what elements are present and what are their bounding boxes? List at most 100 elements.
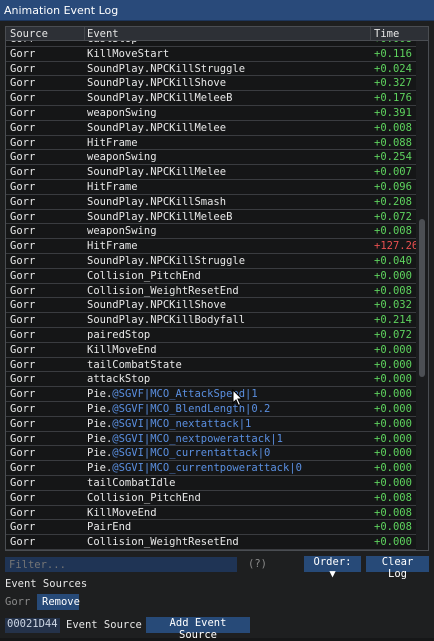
log-rows[interactable]: Gorr CastStop +0.008 Gorr KillMoveStart +0.11…: [6, 41, 416, 550]
log-row-event-text: weaponSwing: [87, 225, 157, 238]
log-row-event: SoundPlay.NPCKillShove: [87, 299, 226, 311]
column-separator[interactable]: [370, 27, 371, 40]
log-row[interactable]: Gorr HitFrame +0.096: [6, 180, 416, 195]
log-row-source: Gorr: [10, 462, 36, 475]
log-row-event: HitFrame: [87, 240, 138, 252]
log-row-source: Gorr: [10, 521, 36, 534]
log-row[interactable]: Gorr tailCombatState +0.000: [6, 358, 416, 373]
log-row-event: SoundPlay.NPCKillMelee: [87, 166, 226, 178]
column-header-event[interactable]: Event: [87, 28, 119, 40]
log-row-event: CastStop: [87, 41, 138, 45]
column-header-source[interactable]: Source: [10, 28, 48, 40]
log-row[interactable]: Gorr attackStop +0.000: [6, 372, 416, 388]
log-row-source: Gorr: [10, 314, 36, 327]
log-row-time: +0.008: [374, 491, 412, 504]
log-row[interactable]: Gorr KillMoveEnd +0.008: [6, 506, 416, 521]
log-row-time: +0.391: [374, 106, 412, 119]
log-row[interactable]: Gorr SoundPlay.NPCKillMeleeB +0.176: [6, 91, 416, 106]
add-event-source-button[interactable]: Add Event Source: [146, 617, 250, 641]
log-row-source: Gorr: [10, 225, 36, 238]
log-row-time: +0.000: [374, 402, 412, 415]
window-titlebar[interactable]: Animation Event Log: [0, 0, 434, 21]
scrollbar-thumb[interactable]: [419, 219, 425, 377]
log-row[interactable]: Gorr Pie.@SGVF|MCO_BlendLength|0.2 +0.000: [6, 402, 416, 417]
log-row-event-text: Pie.: [87, 447, 113, 460]
log-row[interactable]: Gorr weaponSwing +0.254: [6, 150, 416, 166]
log-row-event-text: SoundPlay.NPCKillMeleeB: [87, 92, 233, 105]
log-row[interactable]: Gorr SoundPlay.NPCKillShove +0.327: [6, 76, 416, 92]
log-row-event: Collision_PitchEnd: [87, 270, 201, 282]
log-row[interactable]: Gorr Collision_PitchEnd +0.000: [6, 269, 416, 284]
filter-input[interactable]: [5, 557, 237, 572]
log-row-time: +0.008: [374, 521, 412, 534]
log-row-source: Gorr: [10, 491, 36, 504]
log-row[interactable]: Gorr Pie.@SGVI|MCO_currentpowerattack|0 +0…: [6, 461, 416, 476]
log-row-source: Gorr: [10, 210, 36, 223]
log-row-time: +0.327: [374, 77, 412, 90]
log-row[interactable]: Gorr weaponSwing +0.008: [6, 224, 416, 240]
log-row-event-text: SoundPlay.NPCKillMelee: [87, 121, 227, 134]
log-row-time: +0.008: [374, 41, 412, 45]
column-separator[interactable]: [84, 27, 85, 40]
remove-source-button[interactable]: Remove: [37, 594, 80, 610]
log-row-event: Pie.@SGVI|MCO_currentattack|0: [87, 447, 270, 459]
log-row-source: Gorr: [10, 358, 36, 371]
log-row-time: +0.000: [374, 388, 412, 401]
log-row[interactable]: Gorr SoundPlay.NPCKillShove +0.032: [6, 298, 416, 314]
log-row-event: pairedStop: [87, 329, 150, 341]
log-row[interactable]: Gorr KillMoveStart +0.116: [6, 47, 416, 62]
event-source-id-input[interactable]: 00021D44: [5, 618, 60, 633]
order-dropdown-button[interactable]: Order: ▼: [304, 556, 361, 580]
log-row[interactable]: Gorr PairEnd +0.008: [6, 520, 416, 536]
log-row-event-text: Collision_WeightResetEnd: [87, 536, 239, 549]
log-row-event-text: Collision_PitchEnd: [87, 269, 201, 282]
log-row-source: Gorr: [10, 402, 36, 415]
log-row-time: +0.000: [374, 373, 412, 386]
event-source-name: Gorr: [5, 596, 31, 608]
log-row[interactable]: Gorr Pie.@SGVI|MCO_nextattack|1 +0.000: [6, 417, 416, 432]
log-row[interactable]: Gorr HitFrame +0.088: [6, 136, 416, 151]
log-row[interactable]: Gorr weaponSwing +0.391: [6, 106, 416, 121]
log-row[interactable]: Gorr HitFrame +127.26: [6, 239, 416, 254]
log-row-event: SoundPlay.NPCKillMeleeB: [87, 211, 232, 223]
log-row-event-variable: @SGVI|MCO_nextattack|1: [112, 417, 252, 430]
log-row[interactable]: Gorr Pie.@SGVF|MCO_AttackSpeed|1 +0.000: [6, 387, 416, 402]
log-row[interactable]: Gorr Collision_PitchEnd +0.008: [6, 491, 416, 506]
log-row-time: +0.008: [374, 121, 412, 134]
log-row[interactable]: Gorr Pie.@SGVI|MCO_nextpowerattack|1 +0.00…: [6, 432, 416, 447]
help-marker[interactable]: (?): [248, 558, 267, 570]
log-row-time: +0.208: [374, 195, 412, 208]
log-row[interactable]: Gorr SoundPlay.NPCKillStruggle +0.024: [6, 62, 416, 77]
log-row-source: Gorr: [10, 447, 36, 460]
table-header: Source Event Time: [6, 27, 428, 41]
log-row[interactable]: Gorr KillMoveEnd +0.000: [6, 343, 416, 358]
column-header-time[interactable]: Time: [374, 28, 399, 40]
log-row[interactable]: Gorr tailCombatIdle +0.000: [6, 476, 416, 491]
log-row[interactable]: Gorr Collision_WeightResetEnd +0.000: [6, 535, 416, 550]
log-row-source: Gorr: [10, 180, 36, 193]
log-row-event: tailCombatState: [87, 359, 182, 371]
log-row[interactable]: Gorr SoundPlay.NPCKillBodyfall +0.214: [6, 313, 416, 328]
log-row-source: Gorr: [10, 417, 36, 430]
log-row[interactable]: Gorr Collision_WeightResetEnd +0.008: [6, 284, 416, 299]
log-row-time: +0.000: [374, 462, 412, 475]
log-row-time: +0.072: [374, 210, 412, 223]
log-row[interactable]: Gorr SoundPlay.NPCKillSmash +0.208: [6, 195, 416, 210]
log-row[interactable]: Gorr SoundPlay.NPCKillMeleeB +0.072: [6, 210, 416, 225]
log-scrollbar[interactable]: [416, 41, 428, 550]
clear-log-button[interactable]: Clear Log: [366, 556, 429, 580]
log-row[interactable]: Gorr pairedStop +0.072: [6, 328, 416, 343]
log-row-event-variable: @SGVI|MCO_nextpowerattack|1: [112, 432, 283, 445]
log-row-event-text: SoundPlay.NPCKillShove: [87, 299, 227, 312]
log-row-event: Pie.@SGVI|MCO_nextpowerattack|1: [87, 433, 283, 445]
log-row-time: +0.000: [374, 536, 412, 549]
log-row[interactable]: Gorr Pie.@SGVI|MCO_currentattack|0 +0.000: [6, 446, 416, 462]
log-row[interactable]: Gorr SoundPlay.NPCKillMelee +0.007: [6, 165, 416, 180]
log-row-time: +0.008: [374, 284, 412, 297]
log-row-source: Gorr: [10, 373, 36, 386]
log-row[interactable]: Gorr SoundPlay.NPCKillMelee +0.008: [6, 121, 416, 136]
log-row[interactable]: Gorr SoundPlay.NPCKillStruggle +0.040: [6, 254, 416, 269]
log-row-event: SoundPlay.NPCKillStruggle: [87, 255, 245, 267]
log-row-event-text: HitFrame: [87, 180, 138, 193]
log-row-event: HitFrame: [87, 181, 138, 193]
